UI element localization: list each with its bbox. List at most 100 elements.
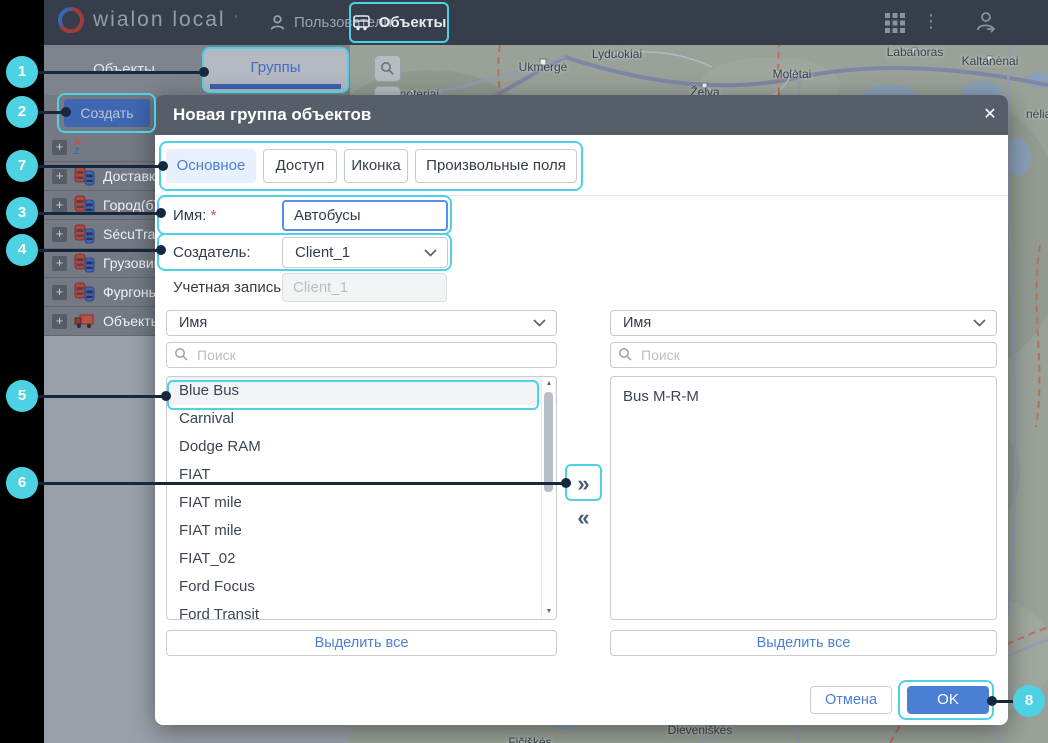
callout-dot-7 bbox=[158, 161, 168, 171]
sort-value: Имя bbox=[623, 315, 651, 331]
tab-custom-fields[interactable]: Произвольные поля bbox=[415, 149, 577, 183]
map-label: Labanoras bbox=[887, 45, 944, 59]
group-truck-icon bbox=[74, 311, 96, 332]
selected-search bbox=[610, 342, 997, 368]
search-icon bbox=[380, 61, 395, 76]
user-logout-icon bbox=[974, 10, 998, 34]
selected-units-list: Bus M-R-M bbox=[610, 376, 997, 620]
dialog-header: Новая группа объектов ✕ bbox=[155, 95, 1008, 135]
selected-search-input[interactable] bbox=[610, 342, 997, 368]
list-item[interactable]: Ford Transit bbox=[167, 601, 556, 620]
name-input[interactable] bbox=[282, 200, 448, 231]
logout-button[interactable] bbox=[974, 10, 998, 39]
creator-select[interactable]: Client_1 bbox=[282, 237, 448, 268]
expand-icon[interactable]: + bbox=[52, 198, 67, 213]
callout-badge-5: 5 bbox=[6, 380, 38, 412]
creator-value: Client_1 bbox=[295, 244, 350, 261]
list-item[interactable]: FIAT mile bbox=[167, 489, 556, 517]
callout-line-5 bbox=[38, 395, 167, 398]
scrollbar-thumb[interactable] bbox=[544, 392, 553, 492]
available-search-input[interactable] bbox=[166, 342, 557, 368]
scrollbar[interactable]: ▲ ▼ bbox=[541, 378, 555, 618]
group-cars-icon bbox=[74, 253, 96, 274]
close-icon[interactable]: ✕ bbox=[981, 106, 999, 124]
kebab-icon: ⋮ bbox=[922, 11, 940, 31]
wialon-logo-icon bbox=[58, 7, 84, 33]
callout-badge-1: 1 bbox=[6, 56, 38, 88]
callout-badge-6: 6 bbox=[6, 467, 38, 499]
list-item[interactable]: Carnival bbox=[167, 405, 556, 433]
list-item[interactable]: FIAT_02 bbox=[167, 545, 556, 573]
search-icon bbox=[174, 347, 189, 362]
callout-line-7 bbox=[38, 165, 164, 168]
callout-line-1 bbox=[38, 71, 204, 74]
expand-icon[interactable]: + bbox=[52, 285, 67, 300]
available-units-list: Blue Bus Carnival Dodge RAM FIAT FIAT mi… bbox=[166, 376, 557, 620]
sort-value: Имя bbox=[179, 315, 207, 331]
callout-badge-7: 7 bbox=[6, 150, 38, 182]
move-left-button[interactable]: « bbox=[570, 505, 597, 531]
callout-badge-2: 2 bbox=[6, 96, 38, 128]
ok-button[interactable]: OK bbox=[907, 686, 989, 714]
selected-select-all-button[interactable]: Выделить все bbox=[610, 630, 997, 656]
callout-dot-2 bbox=[61, 107, 71, 117]
scroll-up-icon[interactable]: ▲ bbox=[542, 378, 556, 390]
callout-dot-1 bbox=[199, 67, 209, 77]
list-item[interactable]: Dodge RAM bbox=[167, 433, 556, 461]
expand-icon[interactable]: + bbox=[52, 314, 67, 329]
cancel-button[interactable]: Отмена bbox=[810, 686, 892, 714]
group-name: SécuTrac bbox=[103, 226, 162, 242]
double-chevron-right-icon: » bbox=[577, 471, 589, 496]
map-label: Ukmergė bbox=[519, 60, 568, 74]
tab-icon[interactable]: Иконка bbox=[344, 149, 408, 183]
chevron-down-icon bbox=[973, 319, 986, 327]
group-name: Фургоны bbox=[103, 284, 159, 300]
list-item[interactable]: Blue Bus bbox=[167, 377, 556, 405]
callout-badge-3: 3 bbox=[6, 197, 38, 229]
move-right-button[interactable]: » bbox=[570, 471, 597, 497]
required-asterisk: * bbox=[211, 207, 217, 224]
expand-icon[interactable]: + bbox=[52, 227, 67, 242]
topbar: wialon localʼ Пользователи Объекты bbox=[44, 0, 1048, 45]
account-input-disabled: Client_1 bbox=[282, 273, 447, 302]
expand-all-icon[interactable]: + bbox=[52, 140, 67, 155]
map-label: Kaltanėnai bbox=[962, 54, 1019, 68]
callout-dot-5 bbox=[161, 391, 171, 401]
new-group-dialog: Новая группа объектов ✕ Основное Доступ … bbox=[155, 95, 1008, 725]
create-button[interactable]: Создать bbox=[64, 99, 150, 127]
available-select-all-button[interactable]: Выделить все bbox=[166, 630, 557, 656]
available-search bbox=[166, 342, 557, 368]
app-root: Ukmergė Lyduokiai Želva Molėtai Labanora… bbox=[0, 0, 1048, 743]
list-item[interactable]: FIAT mile bbox=[167, 517, 556, 545]
group-name: Объекты bbox=[103, 313, 161, 329]
scroll-down-icon[interactable]: ▼ bbox=[542, 606, 556, 618]
available-sort-select[interactable]: Имя bbox=[166, 310, 557, 336]
app-logo: wialon localʼ bbox=[58, 7, 237, 33]
apps-grid-button[interactable] bbox=[884, 12, 906, 39]
list-item[interactable]: Ford Focus bbox=[167, 573, 556, 601]
group-cars-icon bbox=[74, 282, 96, 303]
callout-dot-3 bbox=[156, 208, 166, 218]
selected-sort-select[interactable]: Имя bbox=[610, 310, 997, 336]
nav-units-label: Объекты bbox=[379, 14, 447, 31]
map-search-button[interactable] bbox=[374, 55, 401, 82]
map-label: Dieveniškės bbox=[668, 723, 733, 737]
list-item[interactable]: Bus M-R-M bbox=[611, 383, 996, 411]
group-cars-icon bbox=[74, 224, 96, 245]
nav-units[interactable]: Объекты bbox=[349, 0, 449, 45]
grid-icon bbox=[884, 12, 906, 34]
group-name: Город(б) bbox=[103, 197, 158, 213]
tab-access[interactable]: Доступ bbox=[263, 149, 337, 183]
group-name: Грузовик bbox=[103, 255, 160, 271]
name-label: Имя: * bbox=[173, 207, 216, 224]
more-menu-button[interactable]: ⋮ bbox=[922, 11, 940, 32]
map-label: Fičiškės bbox=[508, 735, 551, 743]
map-label: Molėtai bbox=[773, 67, 812, 81]
tab-units[interactable]: Объекты bbox=[44, 45, 204, 95]
expand-icon[interactable]: + bbox=[52, 169, 67, 184]
expand-icon[interactable]: + bbox=[52, 256, 67, 271]
tab-main[interactable]: Основное bbox=[166, 149, 256, 183]
tab-groups-underline bbox=[210, 84, 341, 89]
chevron-down-icon bbox=[533, 319, 546, 327]
sort-az-icon[interactable]: A↓Z bbox=[74, 138, 85, 156]
